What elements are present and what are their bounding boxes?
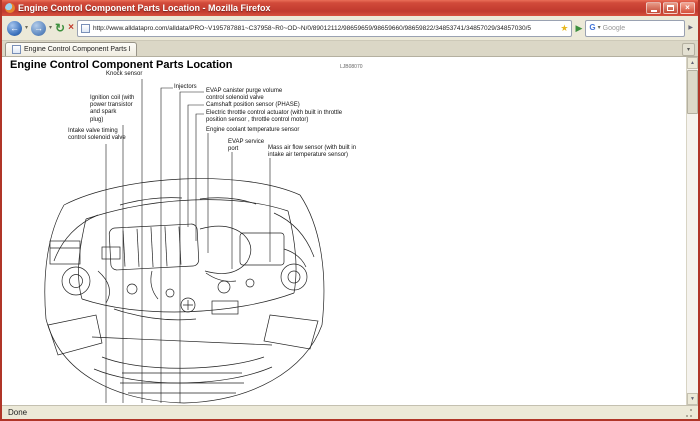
url-bar[interactable]: http://www.alldatapro.com/alldata/PRO~V1… xyxy=(77,20,573,37)
back-dropdown[interactable]: ▾ xyxy=(25,25,28,31)
close-icon: × xyxy=(685,4,690,12)
scroll-down-icon[interactable]: ▼ xyxy=(687,393,698,405)
stop-icon: × xyxy=(68,22,74,33)
minimize-icon xyxy=(651,10,657,12)
diagram-label-injectors: Injectors xyxy=(174,84,197,91)
reload-button[interactable]: ↻ xyxy=(55,22,65,34)
forward-icon: → xyxy=(34,24,43,33)
diagram-label-engine-coolant-temp: Engine coolant temperature sensor xyxy=(206,127,299,134)
go-button[interactable]: ▶ xyxy=(575,24,582,33)
url-text: http://www.alldatapro.com/alldata/PRO~V1… xyxy=(93,25,557,32)
diagram-label-mass-air-flow: Mass air flow sensor (with built in inta… xyxy=(268,145,386,159)
tab-label: Engine Control Component Parts Loc... xyxy=(24,46,130,53)
scroll-up-icon[interactable]: ▲ xyxy=(687,57,698,69)
tab-engine-control-parts[interactable]: Engine Control Component Parts Loc... xyxy=(5,42,137,56)
engine-drawing xyxy=(45,179,324,403)
google-logo-icon: G xyxy=(589,24,595,32)
page-favicon-icon xyxy=(81,24,90,33)
title-bar: Engine Control Component Parts Location … xyxy=(2,0,698,16)
minimize-button[interactable] xyxy=(646,2,661,14)
close-button[interactable]: × xyxy=(680,2,695,14)
maximize-icon xyxy=(667,5,674,11)
diagram-label-intake-valve-timing: Intake valve timing control solenoid val… xyxy=(68,128,150,142)
diagram-label-ignition-coil: Ignition coil (with power transistor and… xyxy=(90,95,150,124)
back-icon: ← xyxy=(10,24,19,33)
resize-grip[interactable] xyxy=(683,408,692,417)
tab-favicon-icon xyxy=(12,45,21,54)
back-button[interactable]: ← xyxy=(7,21,22,36)
tab-bar: Engine Control Component Parts Loc... ▾ xyxy=(2,41,698,57)
scrollbar-thumb[interactable] xyxy=(687,70,698,114)
search-engine-dropdown[interactable]: ▾ xyxy=(598,25,601,31)
window-controls: × xyxy=(646,2,695,14)
maximize-button[interactable] xyxy=(663,2,678,14)
toolbar-overflow-icon[interactable]: ▶ xyxy=(688,25,693,31)
status-bar: Done xyxy=(2,405,698,419)
search-box[interactable]: G ▾ Google xyxy=(585,20,685,37)
forward-button[interactable]: → xyxy=(31,21,46,36)
tab-list-button[interactable]: ▾ xyxy=(682,43,695,56)
diagram-label-knock-sensor: Knock sensor xyxy=(106,71,142,78)
bookmark-star-icon[interactable]: ★ xyxy=(560,24,568,33)
window-title: Engine Control Component Parts Location … xyxy=(18,3,643,13)
firefox-window: Engine Control Component Parts Location … xyxy=(0,0,700,421)
forward-dropdown[interactable]: ▾ xyxy=(49,25,52,31)
search-placeholder: Google xyxy=(603,25,682,32)
vertical-scrollbar[interactable]: ▲ ▼ xyxy=(686,57,698,405)
diagram-label-evap-service-port: EVAP service port xyxy=(228,139,264,153)
navigation-toolbar: ← ▾ → ▾ ↻ × http://www.alldatapro.com/al… xyxy=(2,16,698,41)
diagram-label-camshaft-position: Camshaft position sensor (PHASE) xyxy=(206,102,300,109)
stop-button[interactable]: × xyxy=(68,23,74,33)
diagram-label-electric-throttle: Electric throttle control actuator (with… xyxy=(206,110,384,124)
reload-icon: ↻ xyxy=(55,21,65,35)
status-text: Done xyxy=(8,408,27,417)
page-content: Engine Control Component Parts Location … xyxy=(2,57,698,405)
firefox-icon xyxy=(5,3,15,13)
diagram-label-evap-canister-purge: EVAP canister purge volume control solen… xyxy=(206,88,282,102)
